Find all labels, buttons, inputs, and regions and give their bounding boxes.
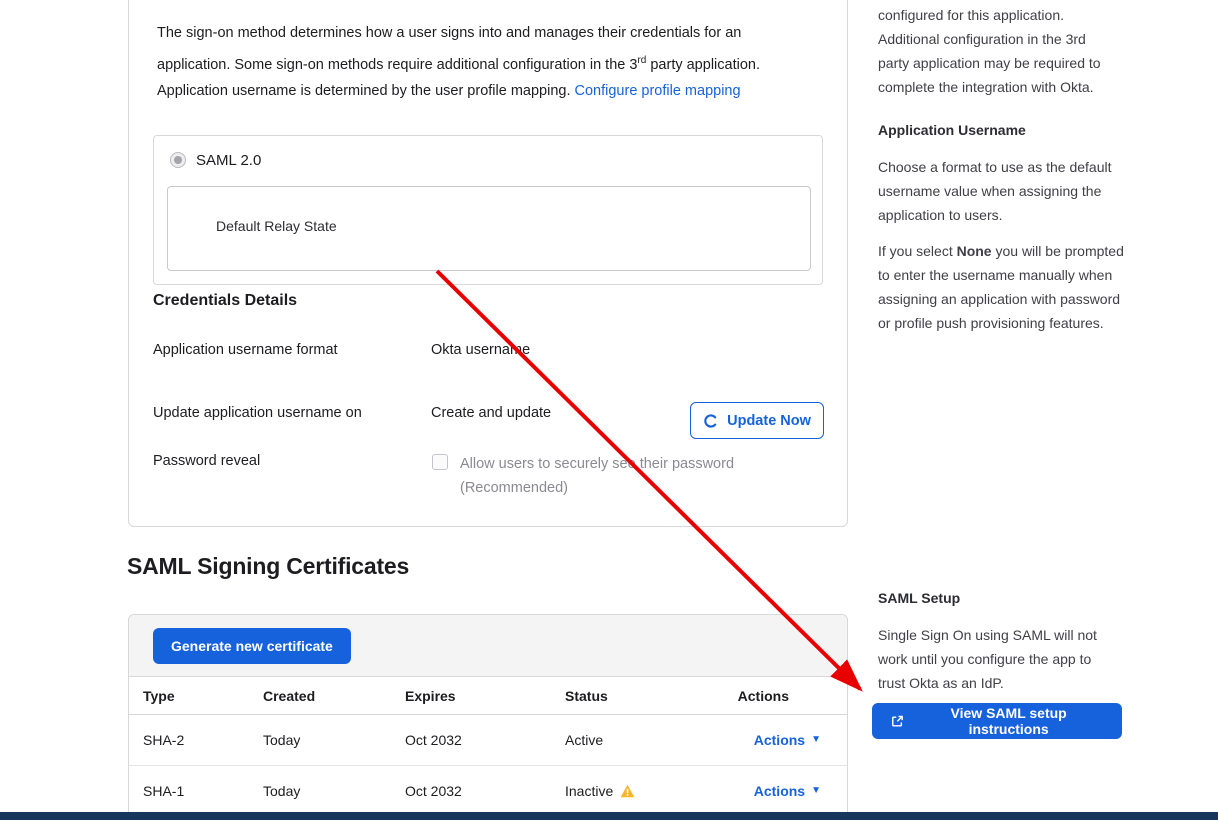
cert-expires: Oct 2032 (391, 732, 551, 748)
column-header-type: Type (129, 688, 249, 704)
password-reveal-label: Password reveal (153, 453, 260, 469)
warning-icon (620, 784, 635, 798)
cert-created: Today (249, 732, 391, 748)
saml-method-label: SAML 2.0 (196, 152, 261, 169)
certificates-table-card: Generate new certificate Type Created Ex… (128, 614, 848, 820)
column-header-actions: Actions (691, 688, 847, 704)
saml-radio-button[interactable] (170, 152, 186, 168)
update-username-value: Create and update (431, 405, 551, 421)
application-username-heading: Application Username (878, 122, 1026, 138)
column-header-expires: Expires (391, 688, 551, 704)
none-emphasis: None (957, 243, 992, 259)
password-reveal-checkbox-text: Allow users to securely see their passwo… (460, 452, 734, 500)
saml-signing-certificates-heading: SAML Signing Certificates (127, 553, 409, 580)
certificates-table-header: Type Created Expires Status Actions (129, 677, 847, 715)
application-username-paragraph: Choose a format to use as the default us… (878, 155, 1178, 227)
saml-setup-paragraph: Single Sign On using SAML will not work … (878, 623, 1178, 695)
certificates-toolbar: Generate new certificate (129, 615, 847, 677)
saml-setup-heading: SAML Setup (878, 590, 960, 606)
default-relay-state-field[interactable]: Default Relay State (167, 186, 811, 271)
none-option-paragraph: If you select None you will be prompted … (878, 239, 1178, 335)
credentials-details-heading: Credentials Details (153, 292, 297, 310)
profile-mapping-note: Application username is determined by th… (157, 79, 822, 103)
external-link-icon (890, 714, 904, 729)
cert-status: Inactive (551, 783, 691, 799)
cert-status: Active (551, 732, 691, 748)
actions-dropdown[interactable]: Actions ▼ (754, 783, 821, 799)
view-saml-setup-instructions-button[interactable]: View SAML setup instructions (872, 703, 1122, 739)
chevron-down-icon: ▼ (811, 786, 821, 796)
column-header-status: Status (551, 688, 691, 704)
chevron-down-icon: ▼ (811, 735, 821, 745)
username-format-value: Okta username (431, 342, 530, 358)
certificate-row-sha1: SHA-1 Today Oct 2032 Inactive Actions ▼ (129, 765, 847, 815)
saml-method-panel: SAML 2.0 Default Relay State (153, 135, 823, 285)
update-username-label: Update application username on (153, 405, 362, 421)
username-format-label: Application username format (153, 342, 338, 358)
actions-dropdown[interactable]: Actions ▼ (754, 732, 821, 748)
default-relay-state-label: Default Relay State (216, 218, 337, 234)
configure-profile-mapping-link[interactable]: Configure profile mapping (575, 83, 741, 99)
cert-type: SHA-1 (129, 783, 249, 799)
password-reveal-checkbox[interactable] (432, 454, 448, 470)
generate-new-certificate-button[interactable]: Generate new certificate (153, 628, 351, 664)
radio-dot (174, 156, 182, 164)
certificate-row-sha2: SHA-2 Today Oct 2032 Active Actions ▼ (129, 715, 847, 765)
sign-on-method-description: The sign-on method determines how a user… (157, 19, 822, 79)
footer-bar (0, 812, 1218, 820)
ordinal-superscript: rd (637, 55, 646, 66)
cert-type: SHA-2 (129, 732, 249, 748)
update-now-button[interactable]: Update Now (690, 402, 824, 439)
refresh-icon (703, 413, 719, 429)
column-header-created: Created (249, 688, 391, 704)
cert-created: Today (249, 783, 391, 799)
sidebar-top-paragraph: configured for this application. Additio… (878, 3, 1178, 99)
cert-expires: Oct 2032 (391, 783, 551, 799)
sign-on-methods-card: The sign-on method determines how a user… (128, 0, 848, 527)
